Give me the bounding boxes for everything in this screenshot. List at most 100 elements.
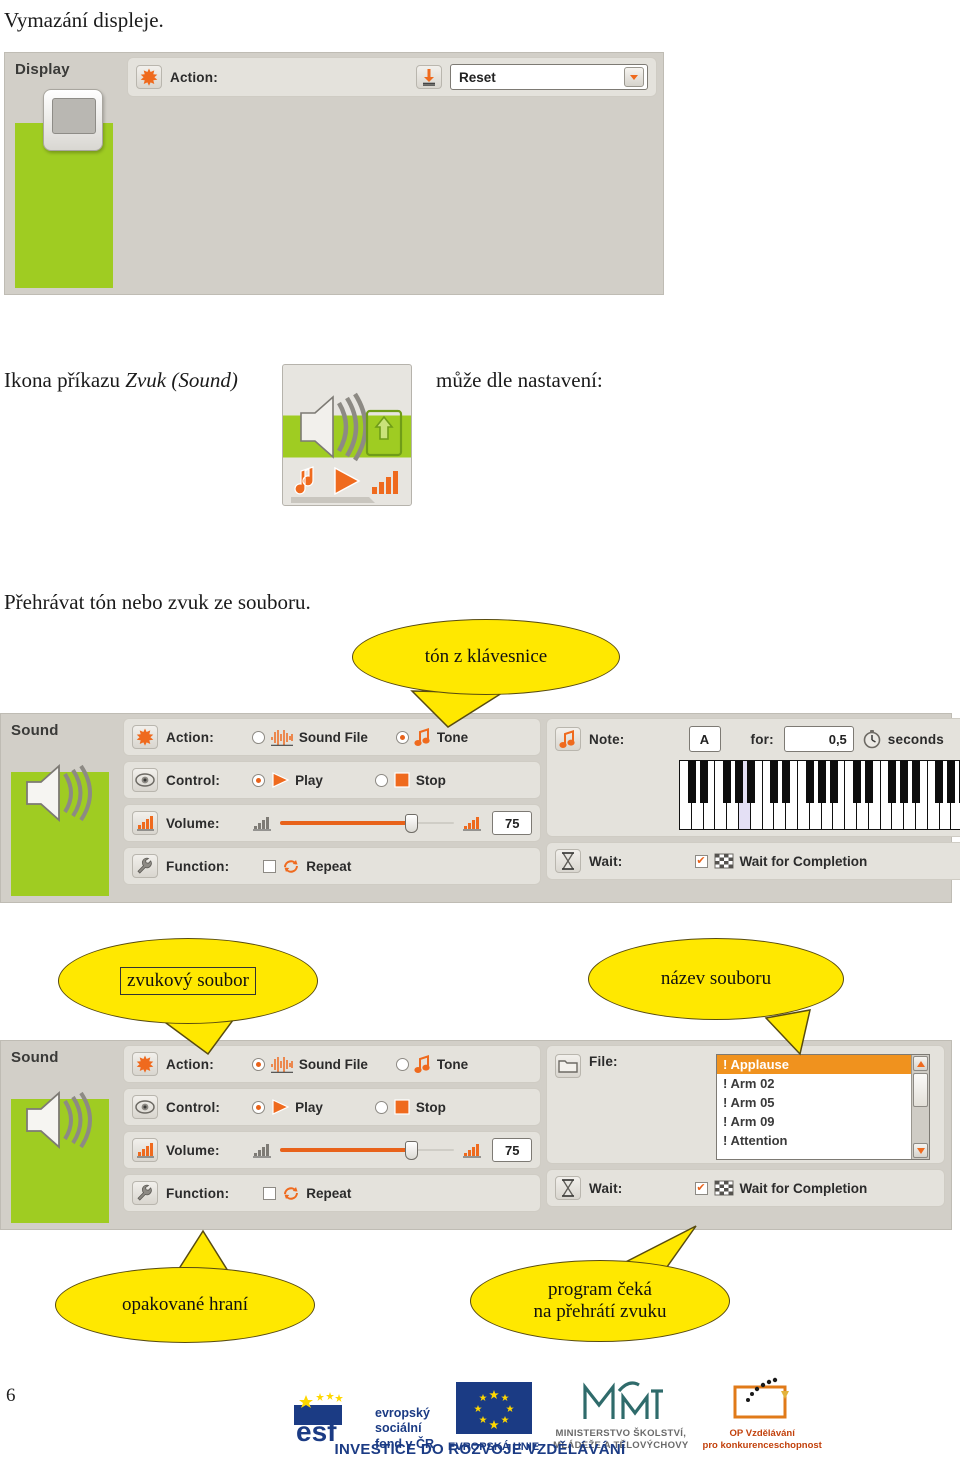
list-item[interactable]: ! Attention [717,1131,911,1150]
sound-tone-note-label: Note: [589,731,625,747]
sound-file-label: Sound File [298,729,368,745]
volume-value[interactable]: 75 [492,1138,532,1162]
stop-label: Stop [415,1099,446,1115]
sound-tone-wait-row: Wait: ✔ Wait for Completion [546,842,960,880]
volume-slider[interactable] [279,1140,455,1160]
sound-tone-control-option-stop[interactable]: Stop [374,771,446,789]
scroll-down-arrow-icon[interactable] [913,1143,928,1158]
play-triangle-icon [270,1098,290,1116]
sound-file-action-option-soundfile[interactable]: Sound File [251,1055,368,1073]
document-page: Vymazání displeje. Display Action: Reset… [0,0,960,1468]
sound-file-repeat-option[interactable]: Repeat [263,1184,351,1202]
display-panel-left: Display [9,57,127,288]
callout-text: název souboru [660,968,772,990]
sound-file-volume-row: Volume: 75 [123,1131,541,1169]
sound-file-wait-option[interactable]: ✔ Wait for Completion [694,1179,868,1197]
sound-tone-function-label: Function: [166,858,230,874]
sound-file-panel-body: Action: Sound File Tone Control: Play St… [123,1045,945,1223]
sound-file-control-option-stop[interactable]: Stop [374,1098,446,1116]
callout-text: opakované hraní [121,1294,249,1316]
radio-tone[interactable] [395,730,409,744]
volume-bars-icon [132,811,158,835]
chevron-down-icon[interactable] [624,67,644,87]
sound-tone-function-row: Function: Repeat [123,847,541,885]
sound-tone-panel-body: Action: Sound File Tone Control: Play St… [123,718,960,896]
radio-play[interactable] [252,1100,266,1114]
volume-low-icon [252,816,272,831]
tone-label: Tone [436,729,469,745]
sound-tone-volume-row: Volume: 75 [123,804,541,842]
page-number: 6 [6,1385,16,1406]
display-action-combo[interactable]: Reset [450,64,648,90]
hourglass-icon [555,1176,581,1200]
sound-file-function-label: Function: [166,1185,230,1201]
play-label: Play [295,772,323,788]
sound-file-list[interactable]: ! Applause ! Arm 02 ! Arm 05 ! Arm 09 ! … [716,1054,930,1160]
note-value-box[interactable]: A [688,726,721,752]
folder-icon [555,1054,581,1078]
sound-tone-control-label: Control: [166,772,221,788]
radio-tone[interactable] [395,1057,409,1071]
file-list-scrollbar[interactable] [911,1055,929,1159]
sound-file-file-row: File: ! Applause ! Arm 02 ! Arm 05 ! Arm… [546,1045,945,1164]
radio-sound-file[interactable] [251,730,265,744]
sound-file-label: Sound File [298,1056,368,1072]
msmt-line-1: MINISTERSTVO ŠKOLSTVÍ, [555,1428,687,1439]
wait-for-completion-label: Wait for Completion [739,1180,868,1196]
eu-flag-icon [455,1381,532,1434]
callout-bubble: zvukový soubor [58,938,318,1024]
sound-file-control-option-play[interactable]: Play [252,1098,323,1116]
sound-tone-wait-label: Wait: [589,853,623,869]
waveform-icon [270,1055,294,1073]
sound-file-volume-label: Volume: [166,1142,220,1158]
volume-slider[interactable] [279,813,455,833]
radio-sound-file[interactable] [251,1057,265,1071]
note-duration-box[interactable]: 0,5 [783,726,854,752]
piano-keyboard[interactable] [679,760,960,830]
radio-stop[interactable] [374,1100,388,1114]
music-note-icon [414,727,432,747]
esf-line-1: evropský [375,1405,430,1420]
play-triangle-icon [270,771,290,789]
radio-stop[interactable] [374,773,388,787]
volume-value[interactable]: 75 [492,811,532,835]
list-item[interactable]: ! Applause [717,1055,911,1074]
volume-low-icon [252,1143,272,1158]
sound-sentence-left: Ikona příkazu Zvuk (Sound) [4,368,238,393]
callout-bubble: opakované hraní [55,1267,315,1343]
sound-tone-wait-option[interactable]: ✔ Wait for Completion [694,852,867,870]
download-arrow-icon[interactable] [416,65,442,89]
checkbox-wait-for-completion[interactable]: ✔ [694,854,708,868]
list-item[interactable]: ! Arm 09 [717,1112,911,1131]
footer-tagline: INVESTICE DO ROZVOJE VZDĚLÁVÁNÍ [334,1441,626,1458]
sound-panel-file: Sound Action: Sound File Tone Control: P… [0,1040,952,1230]
sound-tone-repeat-option[interactable]: Repeat [263,857,351,875]
callout-bubble: název souboru [588,938,844,1020]
checkered-flag-icon [713,852,735,870]
nxt-display-screen-icon [43,89,103,151]
sound-file-control-row: Control: Play Stop [123,1088,541,1126]
sound-tone-control-row: Control: Play Stop [123,761,541,799]
callout-bubble: program čeká na přehrátí zvuku [470,1260,730,1342]
sound-tone-action-option-tone[interactable]: Tone [395,727,469,747]
scroll-up-arrow-icon[interactable] [913,1056,928,1071]
list-item[interactable]: ! Arm 05 [717,1093,911,1112]
sound-file-wait-label: Wait: [589,1180,623,1196]
callout-text: zvukový soubor [120,967,256,995]
sound-command-block-icon [282,364,412,506]
sound-sentence-italic: Zvuk (Sound) [125,368,238,392]
checkbox-repeat[interactable] [263,1186,277,1200]
list-item[interactable]: ! Arm 02 [717,1074,911,1093]
display-action-combo-value: Reset [459,69,496,85]
sound-file-action-option-tone[interactable]: Tone [395,1054,468,1074]
op-logo-mark [733,1377,790,1419]
hourglass-icon [555,849,581,873]
sound-tone-action-option-soundfile[interactable]: Sound File [251,728,368,746]
sound-sentence-suffix: může dle nastavení: [436,368,603,392]
checkbox-repeat[interactable] [263,859,277,873]
callout-text: program čeká na přehrátí zvuku [533,1279,667,1322]
checkbox-wait-for-completion[interactable]: ✔ [694,1181,708,1195]
scrollbar-thumb[interactable] [913,1073,928,1107]
sound-tone-control-option-play[interactable]: Play [252,771,323,789]
radio-play[interactable] [252,773,266,787]
